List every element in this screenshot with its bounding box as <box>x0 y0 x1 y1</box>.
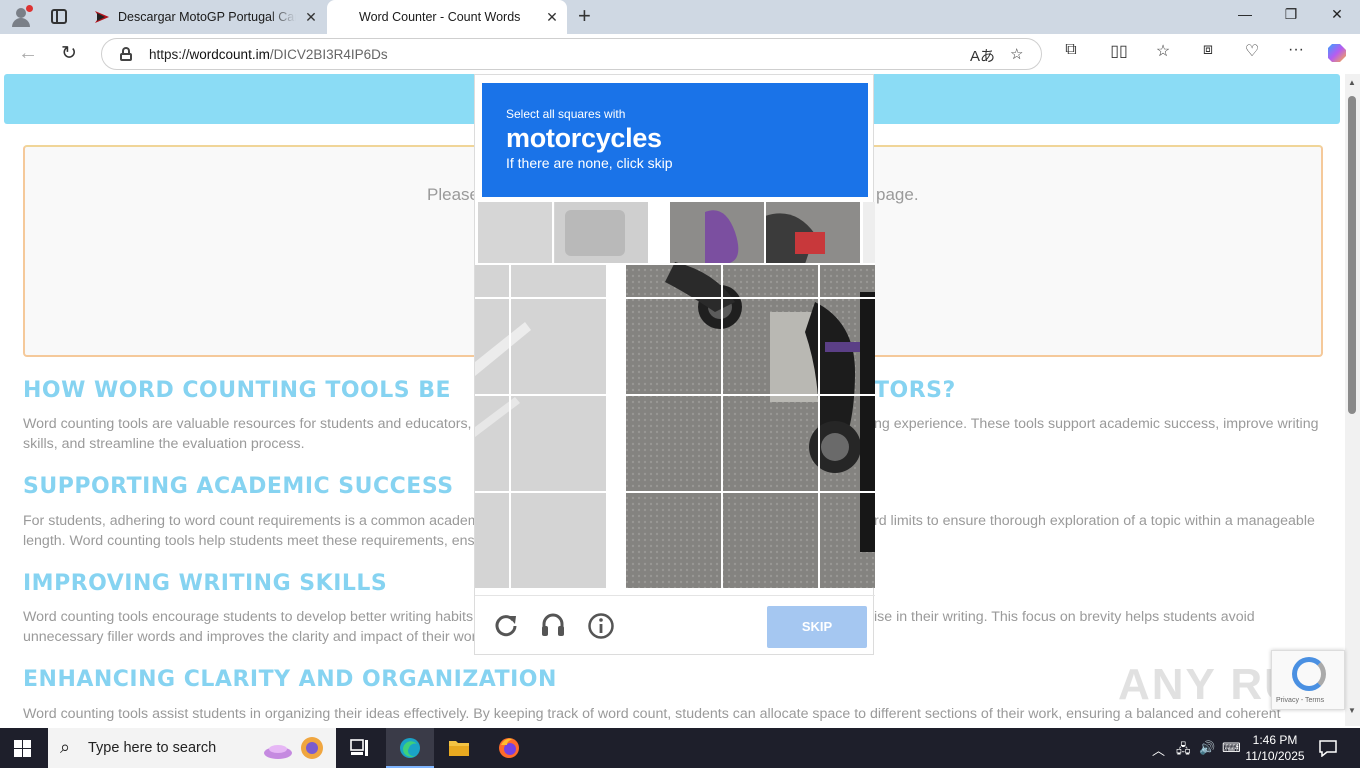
url-prefix: https:// <box>149 47 190 62</box>
task-view-icon <box>350 739 368 756</box>
section-text-line2: length. Word counting tools help student… <box>23 533 483 549</box>
section-heading: SUPPORTING ACADEMIC SUCCESS <box>23 474 454 499</box>
taskbar-file-explorer-button[interactable] <box>435 728 483 768</box>
url-text[interactable]: https://wordcount.im/DICV2BI3R4IP6Ds <box>149 47 388 62</box>
refresh-icon[interactable]: ↻ <box>61 42 77 65</box>
page-scrollbar[interactable]: ▲ ▼ <box>1345 74 1360 726</box>
tab-actions-icon[interactable] <box>51 9 67 24</box>
scroll-up-arrow-icon[interactable]: ▲ <box>1348 78 1356 87</box>
captcha-hint-text: If there are none, click skip <box>506 155 673 171</box>
scroll-down-arrow-icon[interactable]: ▼ <box>1348 706 1356 715</box>
back-arrow-icon[interactable]: ← <box>18 42 38 65</box>
scrollbar-thumb[interactable] <box>1348 96 1356 414</box>
split-screen-icon[interactable]: ▯▯ <box>1108 41 1130 61</box>
notifications-icon[interactable] <box>1318 739 1338 757</box>
url-host: wordcount.im <box>189 47 270 62</box>
section-text-tail: ise in their writing. This focus on brev… <box>874 609 1255 625</box>
section-text-tail: rd limits to ensure thorough exploration… <box>874 513 1315 529</box>
new-tab-button[interactable]: + <box>578 4 591 28</box>
section-text: Word counting tools encourage students t… <box>23 609 478 625</box>
more-menu-icon[interactable]: ··· <box>1285 41 1307 59</box>
section-heading: IMPROVING WRITING SKILLS <box>23 571 388 596</box>
captcha-footer: SKIP <box>475 595 875 656</box>
url-path: /DICV2BI3R4IP6Ds <box>269 47 388 62</box>
minimize-button[interactable]: — <box>1222 6 1268 22</box>
headphones-icon[interactable] <box>540 612 566 638</box>
captcha-target-text: motorcycles <box>506 123 662 153</box>
section-text: For students, adhering to word count req… <box>23 513 480 529</box>
edge-icon <box>400 738 420 758</box>
taskbar-search-placeholder: Type here to search <box>88 740 217 756</box>
captcha-street-image[interactable] <box>475 202 875 588</box>
extensions-icon[interactable]: ⧉ <box>1060 41 1082 59</box>
windows-start-icon[interactable] <box>14 740 31 757</box>
tab-close-icon[interactable]: ✕ <box>304 9 318 25</box>
firefox-icon <box>499 738 519 758</box>
section-text-line2: unnecessary filler words and improves th… <box>23 629 484 645</box>
tab-title: Word Counter - Count Words <box>359 10 521 24</box>
section-text: Word counting tools are valuable resourc… <box>23 416 484 432</box>
recaptcha-challenge: Select all squares with motorcycles If t… <box>474 74 875 656</box>
task-view-button[interactable] <box>336 728 384 768</box>
tab-title: Descargar MotoGP Portugal Carre <box>118 10 296 24</box>
section-heading: ENHANCING CLARITY AND ORGANIZATION <box>23 667 557 692</box>
search-icon: ⌕ <box>60 737 71 757</box>
volume-icon[interactable]: 🔊 <box>1199 740 1215 756</box>
recaptcha-logo-icon <box>1292 657 1326 691</box>
keyboard-input-icon[interactable]: ⌨ <box>1222 740 1241 756</box>
captcha-image-grid <box>475 202 875 588</box>
info-icon[interactable] <box>587 612 615 640</box>
favorites-icon[interactable]: ☆ <box>1152 41 1174 61</box>
section-heading: HOW WORD COUNTING TOOLS BE <box>23 378 452 403</box>
recaptcha-badge[interactable]: Privacy - Terms <box>1271 650 1345 710</box>
address-bar[interactable]: https://wordcount.im/DICV2BI3R4IP6Ds Aあ … <box>101 38 1042 70</box>
tab-motogp[interactable]: Descargar MotoGP Portugal Carre ✕ <box>86 0 326 34</box>
profile-avatar-icon[interactable] <box>8 5 34 29</box>
clock-time: 1:46 PM <box>1252 733 1298 747</box>
tray-overflow-chevron-icon[interactable]: ︿ <box>1152 740 1165 759</box>
tab-close-icon[interactable]: ✕ <box>545 9 559 25</box>
read-aloud-icon[interactable]: Aあ <box>970 45 995 66</box>
recaptcha-privacy-terms[interactable]: Privacy - Terms <box>1276 697 1324 704</box>
site-favicon-icon <box>95 11 109 23</box>
folder-icon <box>449 741 469 756</box>
search-highlight-icon <box>264 737 323 759</box>
tab-word-counter[interactable]: Word Counter - Count Words ✕ <box>327 0 567 34</box>
network-icon[interactable]: 🖧 <box>1176 740 1191 762</box>
skip-button[interactable]: SKIP <box>767 606 867 648</box>
restore-button[interactable]: ❐ <box>1268 6 1314 23</box>
lock-icon[interactable] <box>120 47 132 61</box>
taskbar-search-box[interactable]: ⌕ Type here to search <box>48 728 336 768</box>
system-clock[interactable]: 1:46 PM 11/10/2025 <box>1245 732 1305 764</box>
captcha-instructions: Select all squares with motorcycles If t… <box>482 83 868 197</box>
tab-strip: Descargar MotoGP Portugal Carre ✕ Word C… <box>0 0 1360 34</box>
section-heading-tail: TORS? <box>874 378 956 403</box>
copilot-icon[interactable] <box>1326 42 1348 64</box>
collections-icon[interactable]: ⧈ <box>1197 41 1219 59</box>
browser-essentials-icon[interactable]: ♡ <box>1241 41 1263 61</box>
close-window-button[interactable]: ✕ <box>1314 6 1360 23</box>
section-text-tail: ng experience. These tools support acade… <box>874 416 1319 432</box>
reload-icon[interactable] <box>493 612 519 638</box>
editor-placeholder-tail: page. <box>876 185 919 204</box>
windows-taskbar: ⌕ Type here to search ︿ 🖧 🔊 ⌨ 1:46 PM 11… <box>0 728 1360 768</box>
captcha-instruction-text: Select all squares with <box>506 107 626 121</box>
taskbar-edge-button[interactable] <box>386 728 434 768</box>
taskbar-firefox-button[interactable] <box>485 728 533 768</box>
favorite-star-icon[interactable]: ☆ <box>1010 45 1023 63</box>
clock-date: 11/10/2025 <box>1245 749 1305 763</box>
